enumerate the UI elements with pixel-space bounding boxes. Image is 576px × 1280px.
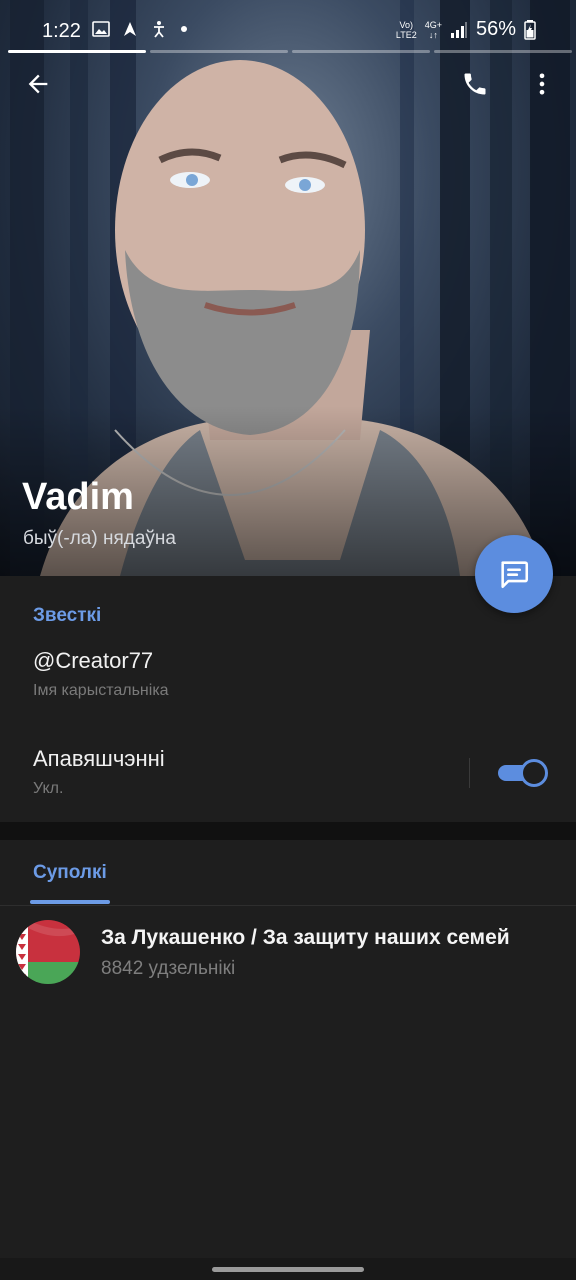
battery-icon (524, 19, 536, 40)
last-seen-status: быў(-ла) нядаўна (23, 528, 176, 549)
message-icon (501, 561, 529, 589)
more-options-button[interactable] (518, 60, 566, 108)
arrow-left-icon (28, 74, 48, 94)
volte-indicator: Vo) LTE2 (396, 20, 417, 40)
profile-name: Vadim (22, 476, 134, 518)
data-bottom-text: ↓↑ (428, 29, 438, 40)
dot-icon (181, 26, 187, 32)
gallery-icon (92, 21, 110, 37)
username-value[interactable]: @Creator77 (33, 648, 153, 674)
signal-icon (450, 21, 467, 38)
tab-active-indicator (30, 900, 110, 904)
shared-groups-section: Суполкі За Лукашенко / За защиту наших с… (0, 840, 576, 1260)
tab-divider (0, 905, 576, 906)
data-top-text: 4G+ (424, 19, 442, 30)
volte-top-text: Vo) (399, 19, 414, 30)
phone-icon (464, 73, 486, 95)
group-avatar (16, 920, 80, 984)
notifications-toggle[interactable] (498, 759, 548, 787)
group-title: За Лукашенко / За защиту наших семей (101, 926, 510, 949)
username-caption: Імя карыстальніка (33, 682, 169, 699)
battery-percent: 56% (475, 18, 516, 40)
status-time: 1:22 (42, 20, 81, 42)
notifications-label[interactable]: Апавяшчэнні (33, 746, 165, 772)
group-list-item[interactable]: За Лукашенко / За защиту наших семей 884… (0, 914, 576, 992)
home-indicator[interactable] (212, 1267, 364, 1272)
notifications-divider (469, 758, 470, 788)
photo-progress-segment (8, 50, 146, 53)
info-section-title: Звесткі (33, 605, 102, 626)
toggle-knob (520, 759, 548, 787)
photo-progress-segment (434, 50, 572, 53)
accessibility-icon (154, 21, 164, 38)
info-section: Звесткі @Creator77 Імя карыстальніка Апа… (0, 576, 576, 822)
send-message-button[interactable] (475, 535, 553, 613)
photo-progress-bars (8, 50, 572, 53)
data-indicator: 4G+ ↓↑ (425, 20, 442, 40)
status-right-icons: Vo) LTE2 4G+ ↓↑ 56% (396, 18, 536, 41)
belarus-flag-icon (16, 920, 80, 984)
navigation-icon (124, 22, 136, 36)
photo-progress-segment (292, 50, 430, 53)
more-vertical-icon (539, 73, 545, 95)
call-button[interactable] (451, 60, 499, 108)
photo-progress-segment (150, 50, 288, 53)
system-nav-bar (0, 1258, 576, 1280)
section-separator (0, 822, 576, 840)
back-button[interactable] (14, 60, 62, 108)
status-left-icons (92, 20, 188, 38)
group-member-count: 8842 удзельнікі (101, 958, 236, 979)
notifications-caption: Укл. (33, 780, 64, 797)
volte-bottom-text: LTE2 (395, 29, 417, 40)
tab-groups[interactable]: Суполкі (33, 862, 107, 884)
